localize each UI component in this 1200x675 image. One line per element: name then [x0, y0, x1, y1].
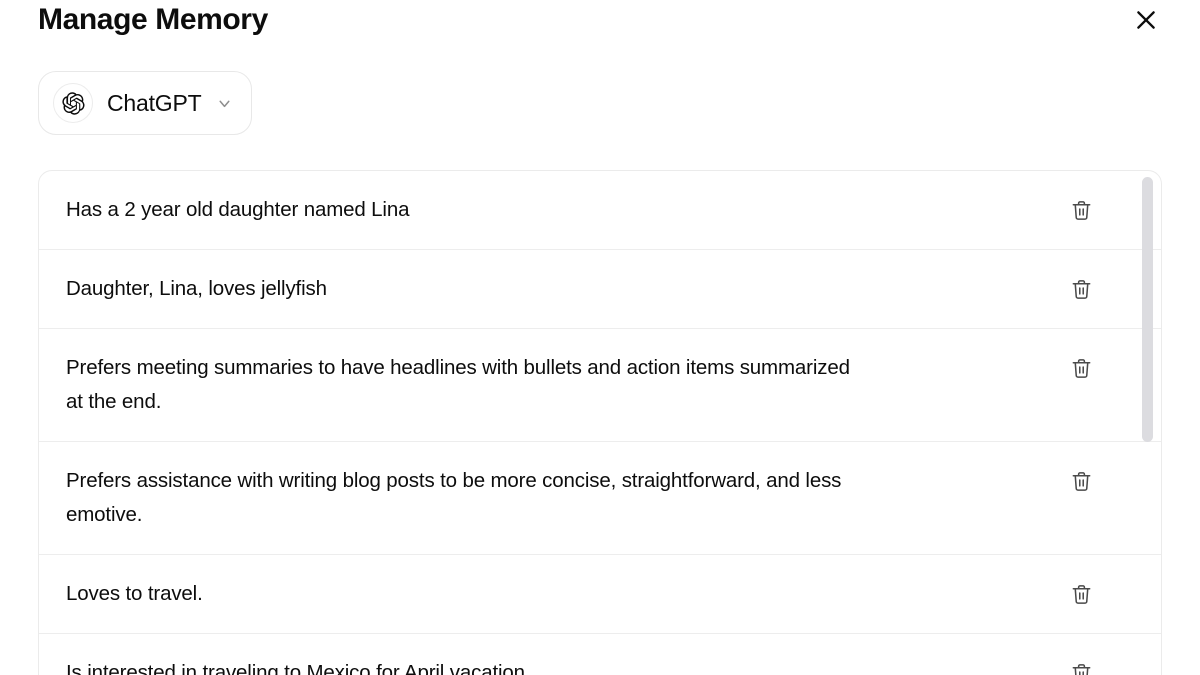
memory-text: Daughter, Lina, loves jellyfish	[66, 277, 327, 300]
page-title: Manage Memory	[38, 3, 268, 36]
delete-memory-button[interactable]	[1068, 355, 1094, 381]
memory-text: Prefers meeting summaries to have headli…	[66, 356, 850, 413]
trash-icon	[1070, 583, 1093, 606]
chevron-down-icon	[215, 94, 233, 112]
trash-icon	[1070, 662, 1093, 675]
memory-list-item: Has a 2 year old daughter named Lina	[39, 171, 1161, 250]
memory-text: Is interested in traveling to Mexico for…	[66, 661, 531, 675]
memory-text: Has a 2 year old daughter named Lina	[66, 198, 410, 221]
app-selector-label: ChatGPT	[107, 89, 202, 116]
delete-memory-button[interactable]	[1068, 197, 1094, 223]
memory-text: Prefers assistance with writing blog pos…	[66, 469, 842, 526]
chatgpt-logo-icon	[53, 83, 93, 123]
memory-list-item: Daughter, Lina, loves jellyfish	[39, 250, 1161, 329]
memory-list-item: Loves to travel.	[39, 555, 1161, 634]
memory-list: Has a 2 year old daughter named Lina Dau…	[39, 171, 1161, 675]
trash-icon	[1070, 357, 1093, 380]
trash-icon	[1070, 470, 1093, 493]
delete-memory-button[interactable]	[1068, 468, 1094, 494]
trash-icon	[1070, 278, 1093, 301]
memory-list-panel: Has a 2 year old daughter named Lina Dau…	[38, 170, 1162, 675]
memory-list-item: Prefers meeting summaries to have headli…	[39, 329, 1161, 442]
scrollbar-thumb[interactable]	[1142, 177, 1153, 442]
delete-memory-button[interactable]	[1068, 660, 1094, 675]
close-icon	[1133, 7, 1159, 33]
memory-list-item: Prefers assistance with writing blog pos…	[39, 442, 1161, 555]
trash-icon	[1070, 199, 1093, 222]
app-selector-dropdown[interactable]: ChatGPT	[38, 71, 253, 135]
close-button[interactable]	[1130, 4, 1162, 36]
memory-list-item: Is interested in traveling to Mexico for…	[39, 634, 1161, 675]
delete-memory-button[interactable]	[1068, 276, 1094, 302]
dialog-header: Manage Memory	[0, 0, 1200, 58]
memory-list-scrollbar[interactable]	[1142, 177, 1153, 675]
delete-memory-button[interactable]	[1068, 581, 1094, 607]
memory-text: Loves to travel.	[66, 582, 203, 605]
manage-memory-dialog: Manage Memory ChatGPT Has a 2 year old d…	[0, 0, 1200, 675]
